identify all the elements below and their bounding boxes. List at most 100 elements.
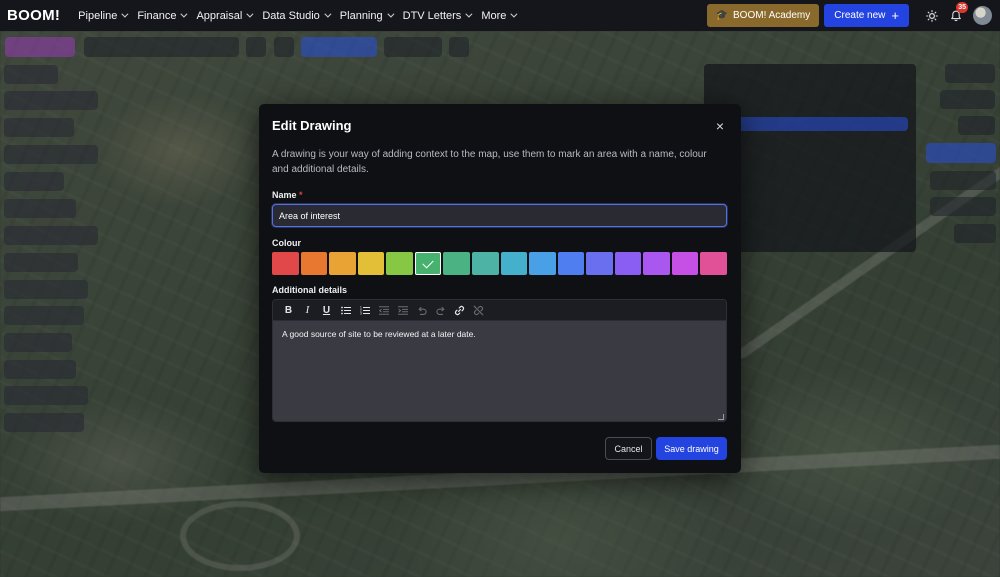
chevron-down-icon (324, 10, 332, 18)
nav-pipeline[interactable]: Pipeline (78, 9, 129, 22)
save-drawing-button[interactable]: Save drawing (656, 437, 727, 460)
resize-handle-icon[interactable] (718, 414, 724, 420)
outdent-icon[interactable] (374, 301, 393, 320)
map-right-chip (940, 90, 995, 109)
colour-swatch[interactable] (272, 252, 299, 275)
details-textarea[interactable]: A good source of site to be reviewed at … (273, 321, 726, 421)
map-right-chip (945, 64, 995, 83)
map-tool-button (449, 37, 469, 57)
nav-label: More (481, 9, 507, 22)
graduation-cap-icon: 🎓 (715, 10, 729, 21)
nav-label: Data Studio (262, 9, 320, 22)
academy-label: BOOM! Academy (733, 10, 811, 21)
chevron-down-icon (246, 10, 254, 18)
svg-text:3: 3 (360, 311, 362, 314)
layer-chip (4, 253, 78, 272)
checkmark-icon (422, 256, 434, 268)
colour-swatch[interactable] (300, 252, 328, 275)
colour-swatch[interactable] (443, 252, 470, 275)
name-input[interactable] (272, 204, 727, 227)
chevron-down-icon (465, 10, 473, 18)
user-avatar[interactable] (973, 6, 992, 25)
map-right-chip (930, 197, 996, 216)
colour-swatch[interactable] (557, 252, 585, 275)
bold-icon[interactable]: B (279, 301, 298, 320)
map-search-field (84, 37, 239, 57)
cancel-button[interactable]: Cancel (605, 437, 652, 460)
chevron-down-icon (121, 10, 129, 18)
link-icon[interactable] (450, 301, 469, 320)
layer-chip (4, 118, 74, 137)
required-mark: * (299, 190, 303, 200)
colour-picker (272, 252, 727, 275)
layer-chip (4, 145, 98, 164)
layer-chip (4, 413, 84, 432)
editor-toolbar: B I U 123 (273, 300, 726, 321)
italic-icon[interactable]: I (298, 301, 317, 320)
colour-swatch[interactable] (471, 252, 499, 275)
underline-icon[interactable]: U (317, 301, 336, 320)
nav-data-studio[interactable]: Data Studio (262, 9, 332, 22)
dialog-title: Edit Drawing (272, 118, 352, 133)
layer-chip (4, 199, 76, 218)
colour-label: Colour (272, 238, 301, 248)
colour-swatch[interactable] (529, 252, 556, 275)
create-new-button[interactable]: Create new + (824, 4, 909, 27)
rich-text-editor: B I U 123 A good source of site to be re… (272, 299, 727, 422)
map-tool-button (246, 37, 266, 57)
drawing-tool-chip (301, 37, 377, 57)
worksheet-chip (5, 37, 75, 57)
map-tool-chip (384, 37, 442, 57)
top-navigation-bar: BOOM! Pipeline Finance Appraisal Data St… (0, 0, 1000, 31)
name-label: Name * (272, 190, 303, 200)
map-tool-button (274, 37, 294, 57)
nav-appraisal[interactable]: Appraisal (196, 9, 254, 22)
indent-icon[interactable] (393, 301, 412, 320)
colour-swatch[interactable] (329, 252, 356, 275)
colour-swatch[interactable] (414, 252, 442, 275)
sun-icon (926, 9, 938, 22)
map-right-chip (958, 116, 995, 135)
chevron-down-icon (387, 10, 395, 18)
colour-swatch[interactable] (643, 252, 670, 275)
colour-swatch[interactable] (357, 252, 385, 275)
numbered-list-icon[interactable]: 123 (355, 301, 374, 320)
redo-icon[interactable] (431, 301, 450, 320)
create-label: Create new (834, 10, 886, 21)
details-text: A good source of site to be reviewed at … (282, 329, 476, 339)
nav-planning[interactable]: Planning (340, 10, 395, 22)
unlink-icon[interactable] (469, 301, 488, 320)
nav-dtv-letters[interactable]: DTV Letters (402, 9, 473, 22)
chevron-down-icon (510, 10, 518, 18)
close-icon[interactable]: × (713, 119, 727, 133)
nav-more[interactable]: More (481, 9, 518, 22)
nav-finance[interactable]: Finance (137, 10, 188, 22)
plus-icon: + (891, 7, 899, 23)
colour-swatch[interactable] (700, 252, 727, 275)
layer-chip (4, 280, 88, 299)
colour-swatch[interactable] (586, 252, 613, 275)
nav-label: Pipeline (78, 9, 118, 22)
theme-toggle-button[interactable] (921, 5, 943, 27)
name-label-text: Name (272, 190, 297, 200)
layer-chip (4, 226, 98, 245)
undo-icon[interactable] (412, 301, 431, 320)
nav-label: DTV Letters (402, 9, 462, 22)
applied-layers-button (712, 117, 908, 131)
nav-label: Appraisal (196, 9, 243, 22)
dialog-description: A drawing is your way of adding context … (272, 149, 707, 175)
top-right-actions: 🎓 BOOM! Academy Create new + 35 (706, 1, 992, 28)
colour-swatch[interactable] (386, 252, 413, 275)
notifications-button[interactable]: 35 (945, 1, 968, 27)
edit-drawing-dialog: Edit Drawing × A drawing is your way of … (259, 104, 741, 473)
chevron-down-icon (180, 10, 188, 18)
colour-swatch[interactable] (614, 252, 642, 275)
layer-chip (4, 333, 72, 352)
boom-academy-button[interactable]: 🎓 BOOM! Academy (706, 4, 820, 27)
layer-chip (4, 386, 88, 405)
bullet-list-icon[interactable] (336, 301, 355, 320)
colour-swatch[interactable] (500, 252, 528, 275)
layer-chip (4, 65, 58, 84)
boom-logo[interactable]: BOOM! (7, 7, 60, 24)
colour-swatch[interactable] (671, 252, 699, 275)
